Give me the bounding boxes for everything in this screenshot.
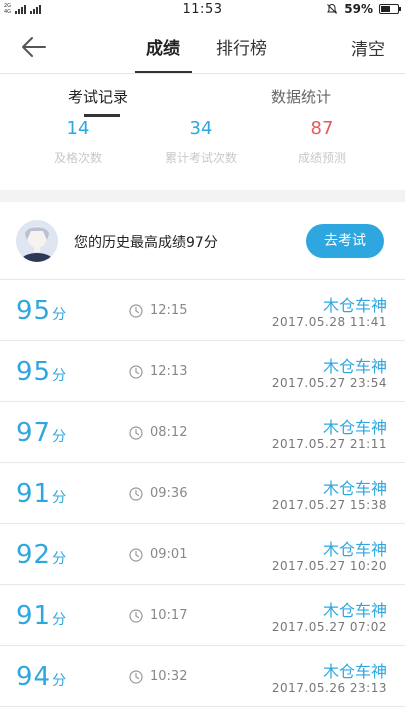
exam-record-row[interactable]: 92分 09:01 木仓车神 2017.05.27 10:20	[0, 524, 405, 585]
exam-record-row[interactable]: 91分 09:36 木仓车神 2017.05.27 15:38	[0, 463, 405, 524]
clock-icon	[129, 608, 143, 623]
clock-icon	[129, 547, 143, 562]
subtab-exam-records[interactable]: 考试记录	[68, 86, 128, 107]
stat-label: 及格次数	[53, 151, 102, 165]
record-name: 木仓车神	[322, 540, 387, 559]
exam-record-row[interactable]: 94分 10:32 木仓车神 2017.05.26 23:13	[0, 646, 405, 707]
record-date: 2017.05.27 23:54	[271, 376, 387, 390]
record-duration: 08:12	[150, 425, 188, 440]
best-score-row: 您的历史最高成绩97分 去考试	[0, 214, 405, 270]
record-score: 92分	[16, 540, 66, 570]
score-unit: 分	[52, 429, 67, 445]
clock-icon	[129, 303, 143, 318]
record-duration: 10:32	[150, 669, 188, 684]
record-date: 2017.05.27 07:02	[271, 620, 387, 634]
battery-icon	[379, 4, 401, 14]
clock-icon	[129, 364, 143, 379]
record-name: 木仓车神	[322, 296, 387, 315]
exam-record-row[interactable]: 95分 12:15 木仓车神 2017.05.28 11:41	[0, 280, 405, 341]
record-score: 91分	[16, 601, 66, 631]
score-unit: 分	[52, 551, 67, 567]
battery-level	[381, 6, 391, 12]
score-value: 94	[16, 662, 52, 692]
clock-icon	[129, 486, 143, 501]
record-duration: 09:36	[150, 486, 188, 501]
exam-record-row[interactable]: 91分 10:17 木仓车神 2017.05.27 07:02	[0, 585, 405, 646]
record-date: 2017.05.27 10:20	[271, 559, 387, 573]
stat-pass-count: 14 及格次数	[13, 118, 143, 166]
battery-percent: 59%	[344, 2, 373, 16]
section-divider	[0, 190, 405, 202]
clear-button[interactable]: 清空	[351, 35, 385, 60]
exam-record-row[interactable]: 95分 12:13 木仓车神 2017.05.27 23:54	[0, 341, 405, 402]
stat-value: 34	[189, 118, 213, 139]
record-duration: 10:17	[150, 608, 188, 623]
record-date: 2017.05.28 11:41	[271, 315, 387, 329]
record-score: 95分	[16, 357, 66, 387]
best-score-text: 您的历史最高成绩97分	[74, 235, 218, 251]
tab-scores[interactable]: 成绩	[146, 34, 180, 59]
record-name: 木仓车神	[322, 357, 387, 376]
score-value: 92	[16, 540, 52, 570]
back-arrow-icon[interactable]	[18, 34, 48, 60]
stat-total-exams: 34 累计考试次数	[136, 118, 266, 166]
subtabs: 考试记录 数据统计	[0, 74, 405, 118]
avatar	[16, 220, 58, 262]
record-duration: 12:13	[150, 364, 188, 379]
record-name: 木仓车神	[322, 662, 387, 681]
score-value: 91	[16, 479, 52, 509]
stat-label: 累计考试次数	[164, 151, 237, 165]
record-name: 木仓车神	[322, 418, 387, 437]
clock-icon	[129, 669, 143, 684]
stats-summary: 14 及格次数 34 累计考试次数 87 成绩预测	[0, 118, 405, 190]
exam-records-list: 95分 12:15 木仓车神 2017.05.28 11:41 95分 12:13 木仓车神…	[0, 280, 405, 707]
stat-value: 87	[310, 118, 334, 139]
bell-muted-icon	[327, 3, 338, 14]
stat-value: 14	[66, 118, 90, 139]
header: 成绩 排行榜 清空	[0, 20, 405, 74]
record-name: 木仓车神	[322, 479, 387, 498]
subtab-statistics[interactable]: 数据统计	[271, 86, 331, 107]
score-value: 91	[16, 601, 52, 631]
subtab-active-indicator	[84, 114, 120, 117]
score-value: 95	[16, 357, 52, 387]
status-bar: 2G 4G 11:53 59%	[0, 0, 405, 20]
score-unit: 分	[52, 307, 67, 323]
stat-score-prediction: 87 成绩预测	[257, 118, 387, 166]
exam-record-row[interactable]: 97分 08:12 木仓车神 2017.05.27 21:11	[0, 402, 405, 463]
tab-active-indicator	[135, 71, 192, 73]
record-date: 2017.05.27 15:38	[271, 498, 387, 512]
stat-label: 成绩预测	[297, 151, 346, 165]
score-value: 97	[16, 418, 52, 448]
record-duration: 09:01	[150, 547, 188, 562]
score-unit: 分	[52, 368, 67, 384]
record-date: 2017.05.27 21:11	[271, 437, 387, 451]
tab-leaderboard[interactable]: 排行榜	[216, 34, 267, 59]
score-unit: 分	[52, 490, 67, 506]
score-unit: 分	[52, 673, 67, 689]
score-value: 95	[16, 296, 52, 326]
record-score: 95分	[16, 296, 66, 326]
score-unit: 分	[52, 612, 67, 628]
take-exam-button[interactable]: 去考试	[306, 224, 384, 258]
record-score: 94分	[16, 662, 66, 692]
record-date: 2017.05.26 23:13	[271, 681, 387, 695]
record-duration: 12:15	[150, 303, 188, 318]
record-name: 木仓车神	[322, 601, 387, 620]
clock-icon	[129, 425, 143, 440]
record-score: 97分	[16, 418, 66, 448]
record-score: 91分	[16, 479, 66, 509]
